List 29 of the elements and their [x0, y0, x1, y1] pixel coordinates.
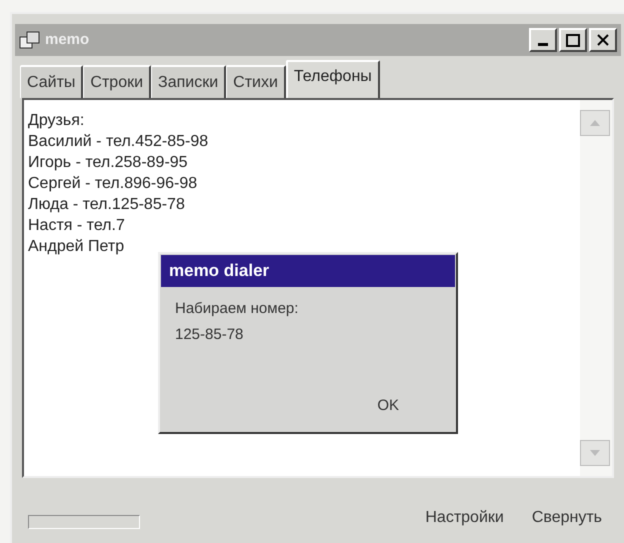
- dialog-message: Набираем номер:: [175, 299, 300, 319]
- tab[interactable]: Стихи: [226, 65, 286, 98]
- maximize-icon: [566, 34, 580, 46]
- minimize-icon: [538, 43, 548, 46]
- tab[interactable]: Телефоны: [286, 60, 380, 98]
- up-arrow-icon: [590, 120, 600, 126]
- ok-button[interactable]: OK: [371, 394, 405, 417]
- text-line: Игорь - тел.258-89-95: [28, 153, 188, 173]
- phone-number: 125-85-78: [175, 325, 244, 345]
- text-line: Василий - тел.452-85-98: [28, 132, 208, 152]
- app-icon: [19, 30, 41, 50]
- minimize-button[interactable]: [529, 28, 557, 52]
- tab[interactable]: Строки: [83, 65, 152, 98]
- text-line: Настя - тел.7: [28, 216, 125, 236]
- text-line: Друзья:: [28, 111, 84, 131]
- text-line: Люда - тел.125-85-78: [28, 195, 185, 215]
- text-area[interactable]: Друзья: Василий - тел.452-85-98 Игорь - тел.258-89-95 Сергей - тел.896-96-98 Люда - тел.125-85-78 Настя - тел.7 Андрей Петр memo dialer Набираем номер: 125-85-78 OK: [22, 98, 614, 478]
- link-button[interactable]: Свернуть: [532, 506, 602, 530]
- tab[interactable]: Сайты: [20, 65, 84, 98]
- close-icon: [597, 34, 609, 46]
- maximize-button[interactable]: [559, 28, 587, 52]
- dialog-title: memo dialer: [169, 260, 270, 282]
- down-arrow-icon: [590, 450, 600, 456]
- window-title: memo: [45, 30, 90, 50]
- tab[interactable]: Записки: [151, 65, 226, 98]
- link-button[interactable]: Настройки: [425, 506, 504, 530]
- close-button[interactable]: [589, 28, 617, 52]
- text-line: Сергей - тел.896-96-98: [28, 174, 198, 194]
- text-line: Андрей Петр: [28, 237, 124, 257]
